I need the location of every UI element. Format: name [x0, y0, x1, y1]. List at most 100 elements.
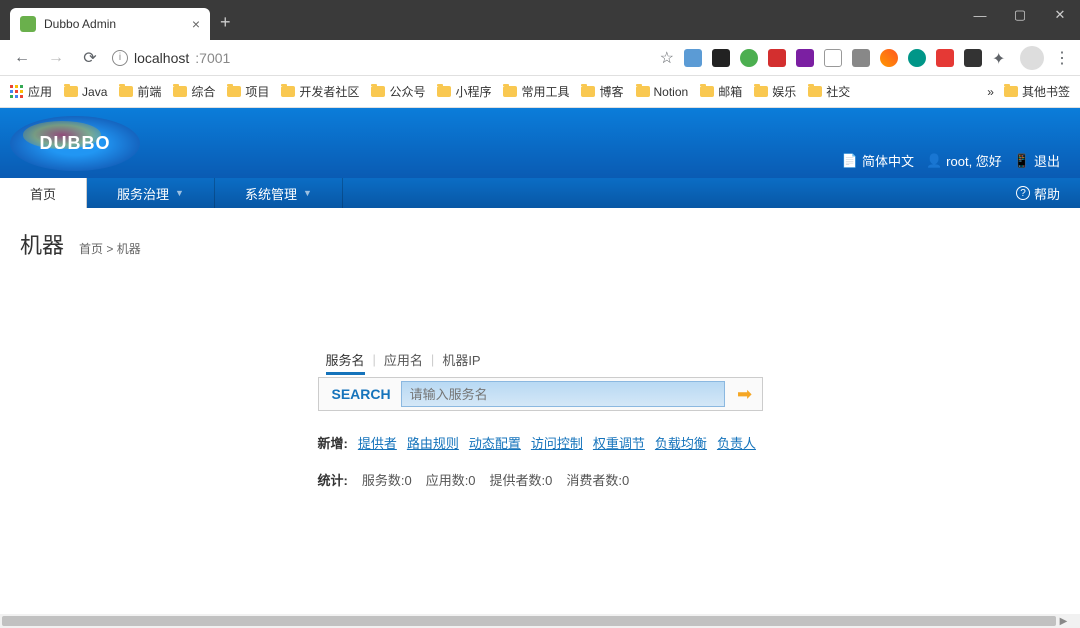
bookmark-folder[interactable]: 社交	[808, 83, 850, 100]
extension-icon[interactable]	[852, 49, 870, 67]
maximize-button[interactable]: ▢	[1000, 0, 1040, 30]
bookmark-folder[interactable]: 娱乐	[754, 83, 796, 100]
bookmark-folder[interactable]: 前端	[119, 83, 161, 100]
nav-service-governance[interactable]: 服务治理 ▼	[87, 178, 215, 208]
browser-tab[interactable]: Dubbo Admin ×	[10, 8, 210, 40]
extension-icon[interactable]	[824, 49, 842, 67]
breadcrumb-home[interactable]: 首页	[79, 242, 103, 256]
tab-title: Dubbo Admin	[44, 17, 184, 31]
link-weight-adjust[interactable]: 权重调节	[593, 433, 645, 452]
reload-button[interactable]: ⟳	[78, 48, 102, 68]
extension-icons: ✦ ⋮	[684, 46, 1070, 70]
window-controls: — ▢ ✕	[960, 0, 1080, 30]
tab-machine-ip[interactable]: 机器IP	[434, 350, 488, 369]
kebab-menu-icon[interactable]: ⋮	[1054, 48, 1070, 68]
bookmark-folder[interactable]: 综合	[173, 83, 215, 100]
extension-icon[interactable]	[796, 49, 814, 67]
search-button[interactable]: ➡	[731, 381, 759, 407]
bookmark-folder[interactable]: 公众号	[371, 83, 425, 100]
bookmark-folder[interactable]: 开发者社区	[281, 83, 359, 100]
bookmark-folder[interactable]: 小程序	[437, 83, 491, 100]
extension-icon[interactable]	[768, 49, 786, 67]
search-label: SEARCH	[322, 386, 401, 402]
scroll-thumb[interactable]	[2, 616, 1056, 626]
folder-icon	[581, 86, 595, 97]
link-dynamic-config[interactable]: 动态配置	[469, 433, 521, 452]
forward-button[interactable]: →	[44, 49, 68, 67]
link-owner[interactable]: 负责人	[717, 433, 756, 452]
nav-home[interactable]: 首页	[0, 178, 87, 208]
extension-icon[interactable]	[684, 49, 702, 67]
bookmark-star-icon[interactable]: ☆	[660, 48, 674, 68]
chevron-down-icon: ▼	[175, 188, 184, 198]
tab-service-name[interactable]: 服务名	[318, 350, 373, 369]
arrow-right-icon: ➡	[737, 384, 752, 405]
scroll-right-arrow[interactable]: ▶	[1056, 616, 1070, 627]
chevron-down-icon: ▼	[303, 188, 312, 198]
doc-icon: 📄	[842, 153, 858, 169]
extension-icon[interactable]	[936, 49, 954, 67]
folder-icon	[371, 86, 385, 97]
other-bookmarks[interactable]: 其他书签	[1004, 83, 1070, 100]
extension-icon[interactable]	[740, 49, 758, 67]
link-provider[interactable]: 提供者	[358, 433, 397, 452]
extensions-puzzle-icon[interactable]: ✦	[992, 49, 1010, 67]
folder-icon	[173, 86, 187, 97]
url-field[interactable]: i localhost:7001	[112, 50, 650, 66]
bookmark-folder[interactable]: Java	[64, 85, 107, 99]
nav-system-management[interactable]: 系统管理 ▼	[215, 178, 343, 208]
search-row: SEARCH ➡	[318, 377, 763, 411]
bookmark-folder[interactable]: 项目	[227, 83, 269, 100]
bookmark-folder[interactable]: 邮箱	[700, 83, 742, 100]
extension-icon[interactable]	[712, 49, 730, 67]
search-block: 服务名 | 应用名 | 机器IP SEARCH ➡ 新增: 提供者 路由规则 动…	[318, 350, 763, 489]
addnew-label: 新增:	[318, 433, 348, 452]
user-greeting: 👤 root, 您好	[926, 151, 1002, 170]
stat-consumer-count: 消费者数:0	[566, 470, 629, 489]
folder-icon	[1004, 86, 1018, 97]
help-icon: ?	[1016, 186, 1030, 200]
stats-row: 统计: 服务数:0 应用数:0 提供者数:0 消费者数:0	[318, 470, 763, 489]
horizontal-scrollbar[interactable]: ▶	[0, 614, 1080, 628]
profile-avatar[interactable]	[1020, 46, 1044, 70]
search-input[interactable]	[401, 381, 725, 407]
search-tabs: 服务名 | 应用名 | 机器IP	[318, 350, 763, 369]
link-load-balance[interactable]: 负载均衡	[655, 433, 707, 452]
extension-icon[interactable]	[908, 49, 926, 67]
bookmark-folder[interactable]: Notion	[636, 85, 689, 99]
new-tab-button[interactable]: +	[220, 12, 231, 33]
breadcrumb-current: 机器	[117, 242, 141, 256]
folder-icon	[503, 86, 517, 97]
tab-app-name[interactable]: 应用名	[376, 350, 431, 369]
stat-provider-count: 提供者数:0	[490, 470, 553, 489]
close-window-button[interactable]: ✕	[1040, 0, 1080, 30]
back-button[interactable]: ←	[10, 49, 34, 67]
logout-link[interactable]: 📱 退出	[1014, 151, 1060, 170]
bookmark-folder[interactable]: 博客	[581, 83, 623, 100]
language-link[interactable]: 📄 简体中文	[842, 151, 914, 170]
bookmarks-overflow[interactable]: »	[987, 85, 994, 99]
nav-help[interactable]: ? 帮助	[1016, 178, 1060, 208]
apps-grid-icon	[10, 85, 24, 99]
dubbo-logo[interactable]: DUBBO	[10, 116, 140, 171]
apps-label: 应用	[28, 83, 52, 100]
extension-icon[interactable]	[964, 49, 982, 67]
link-route-rule[interactable]: 路由规则	[407, 433, 459, 452]
stats-label: 统计:	[318, 470, 348, 489]
site-info-icon[interactable]: i	[112, 50, 128, 66]
minimize-button[interactable]: —	[960, 0, 1000, 30]
link-access-control[interactable]: 访问控制	[531, 433, 583, 452]
folder-icon	[227, 86, 241, 97]
page-title: 机器	[20, 228, 64, 260]
close-icon[interactable]: ×	[192, 16, 200, 32]
bookmark-folder[interactable]: 常用工具	[503, 83, 569, 100]
apps-button[interactable]: 应用	[10, 83, 52, 100]
page-title-row: 机器 首页 > 机器	[20, 228, 1060, 260]
extension-icon[interactable]	[880, 49, 898, 67]
header-right: 📄 简体中文 👤 root, 您好 📱 退出	[842, 151, 1060, 170]
breadcrumb: 首页 > 机器	[79, 240, 141, 257]
addnew-row: 新增: 提供者 路由规则 动态配置 访问控制 权重调节 负载均衡 负责人	[318, 433, 763, 452]
top-nav: 首页 服务治理 ▼ 系统管理 ▼ ? 帮助	[0, 178, 1080, 208]
page-body: 机器 首页 > 机器 服务名 | 应用名 | 机器IP SEARCH ➡ 新增:…	[0, 208, 1080, 509]
folder-icon	[64, 86, 78, 97]
